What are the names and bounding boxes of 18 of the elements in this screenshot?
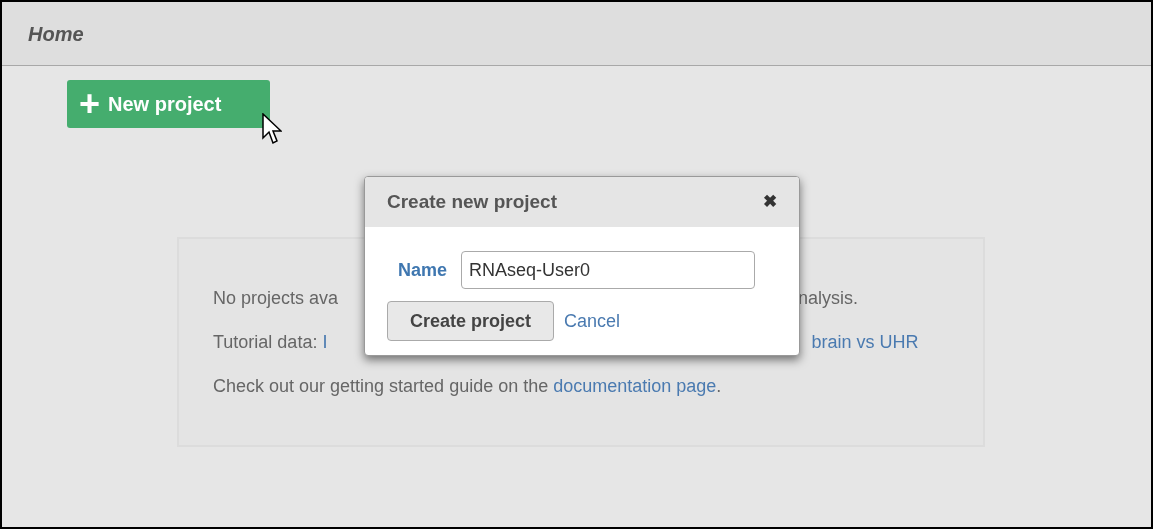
name-input[interactable]: RNAseq-User0 bbox=[461, 251, 756, 289]
text: Check out our getting started guide on the bbox=[213, 375, 550, 397]
link[interactable]: documentation page bbox=[553, 375, 717, 397]
name-label: Name bbox=[398, 258, 448, 282]
text: . bbox=[716, 375, 722, 397]
create-project-button[interactable]: Create project bbox=[387, 301, 555, 341]
cursor-icon bbox=[262, 113, 282, 147]
plus-icon: + bbox=[79, 86, 101, 122]
dialog-title: Create new project bbox=[387, 189, 557, 214]
link[interactable]: brain vs UHR bbox=[811, 331, 919, 353]
text: nalysis. bbox=[798, 287, 859, 309]
text: No projects ava bbox=[213, 287, 339, 309]
page-title: Home bbox=[28, 21, 84, 47]
link[interactable]: I bbox=[322, 331, 328, 353]
new-project-button[interactable]: + New project bbox=[67, 80, 270, 128]
text: Tutorial data: bbox=[213, 331, 319, 353]
close-button[interactable]: ✖ bbox=[763, 189, 777, 215]
cancel-link[interactable]: Cancel bbox=[562, 307, 623, 335]
